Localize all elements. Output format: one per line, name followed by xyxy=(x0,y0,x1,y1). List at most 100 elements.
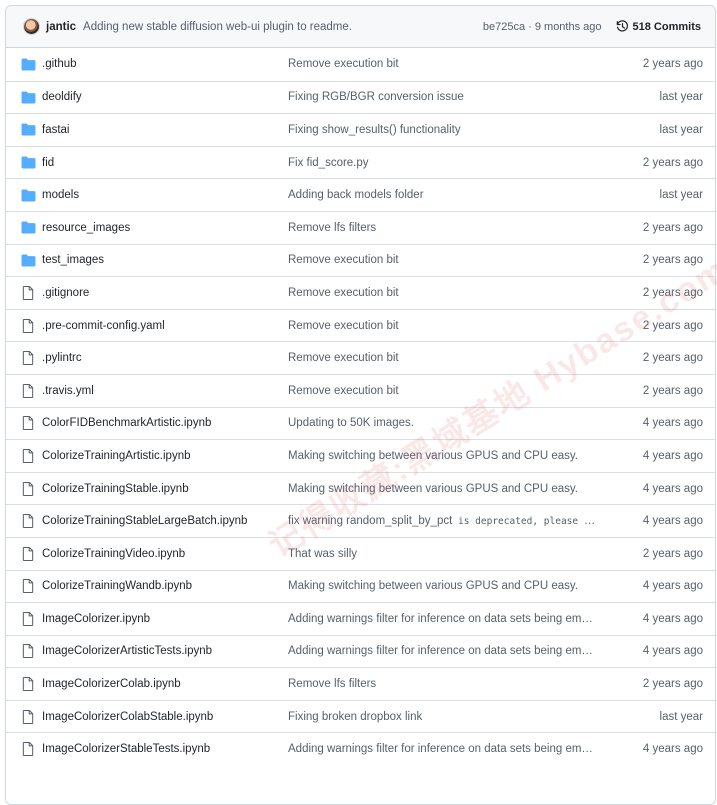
commit-message-link[interactable]: Remove execution bit xyxy=(288,254,598,266)
commit-message-link[interactable]: Remove lfs filters xyxy=(288,222,598,234)
file-name-link[interactable]: ImageColorizerColab.ipynb xyxy=(42,678,307,690)
file-name-link[interactable]: .github xyxy=(42,58,307,70)
commit-message-link[interactable]: Fixing broken dropbox link xyxy=(288,711,598,723)
commit-message-text: Making switching between various GPUS an… xyxy=(288,449,578,462)
file-row[interactable]: .github Remove execution bit 2 years ago xyxy=(6,48,715,81)
file-name-link[interactable]: models xyxy=(42,189,307,201)
file-icon xyxy=(20,677,36,692)
file-icon xyxy=(20,546,36,561)
commits-link[interactable]: 518 Commits xyxy=(616,20,701,33)
folder-icon xyxy=(20,221,36,235)
file-name-link[interactable]: ImageColorizerColabStable.ipynb xyxy=(42,711,307,723)
commit-message-link[interactable]: Remove lfs filters xyxy=(288,678,598,690)
file-row[interactable]: ColorizeTrainingStableLargeBatch.ipynb fi… xyxy=(6,504,715,537)
file-row[interactable]: fid Fix fid_score.py 2 years ago xyxy=(6,145,715,179)
folder-icon xyxy=(20,253,36,267)
commit-message-link[interactable]: Fixing show_results() functionality xyxy=(288,124,598,136)
file-row[interactable]: ImageColorizer.ipynb Adding warnings filt… xyxy=(6,602,715,635)
commit-age: 2 years ago xyxy=(642,319,703,332)
file-name-link[interactable]: .travis.yml xyxy=(42,385,307,397)
file-name-link[interactable]: .pylintrc xyxy=(42,352,307,364)
file-row[interactable]: .pylintrc Remove execution bit 2 years ago xyxy=(6,341,715,374)
file-name-link[interactable]: test_images xyxy=(42,254,307,266)
commit-message-text: Adding back models folder xyxy=(288,189,424,202)
commit-message-link[interactable]: Updating to 50K images. xyxy=(288,417,598,429)
file-name-link[interactable]: ColorFIDBenchmarkArtistic.ipynb xyxy=(42,417,307,429)
commit-message-text: Remove execution bit xyxy=(288,319,399,332)
commit-message-link[interactable]: Remove execution bit xyxy=(288,320,598,332)
file-name-link[interactable]: ImageColorizer.ipynb xyxy=(42,613,307,625)
commit-age: 2 years ago xyxy=(642,58,703,71)
file-icon xyxy=(20,416,36,431)
commit-message-text: Adding warnings filter for inference on … xyxy=(288,645,598,658)
file-icon xyxy=(20,285,36,300)
file-row[interactable]: .pre-commit-config.yaml Remove execution … xyxy=(6,308,715,342)
file-row[interactable]: ImageColorizerArtisticTests.ipynb Adding … xyxy=(6,634,715,668)
file-name-link[interactable]: fastai xyxy=(42,124,307,136)
commit-message-link[interactable]: Making switching between various GPUS an… xyxy=(288,580,598,592)
commit-message-link[interactable]: Adding back models folder xyxy=(288,189,598,201)
commit-message-link[interactable]: Fix fid_score.py xyxy=(288,157,598,169)
file-row[interactable]: ColorizeTrainingVideo.ipynb That was sill… xyxy=(6,536,715,570)
commit-message-text: Remove execution bit xyxy=(288,286,399,299)
commit-meta[interactable]: be725ca · 9 months ago xyxy=(483,21,602,33)
commit-message-link[interactable]: Making switching between various GPUS an… xyxy=(288,450,598,462)
file-icon xyxy=(20,448,36,463)
file-icon xyxy=(20,644,36,659)
file-row[interactable]: test_images Remove execution bit 2 years a… xyxy=(6,243,715,277)
latest-commit-message[interactable]: Adding new stable diffusion web-ui plugi… xyxy=(83,21,352,33)
commit-message-text: Fix fid_score.py xyxy=(288,156,369,169)
file-row[interactable]: ImageColorizerColab.ipynb Remove lfs filt… xyxy=(6,667,715,700)
file-row[interactable]: ImageColorizerStableTests.ipynb Adding wa… xyxy=(6,732,715,765)
commit-age: last year xyxy=(659,123,703,136)
commit-author[interactable]: jantic xyxy=(46,21,76,33)
file-row[interactable]: ImageColorizerColabStable.ipynb Fixing br… xyxy=(6,699,715,733)
file-row[interactable]: resource_images Remove lfs filters 2 years… xyxy=(6,210,715,244)
file-row[interactable]: .gitignore Remove execution bit 2 years ag… xyxy=(6,276,715,309)
commit-message-code: is deprecated, please use… xyxy=(452,516,598,528)
file-name-link[interactable]: resource_images xyxy=(42,222,307,234)
file-name-link[interactable]: ImageColorizerStableTests.ipynb xyxy=(42,743,307,755)
commit-message-link[interactable]: Remove execution bit xyxy=(288,58,598,70)
avatar[interactable] xyxy=(23,18,40,35)
file-icon xyxy=(20,742,36,757)
file-name-link[interactable]: ColorizeTrainingArtistic.ipynb xyxy=(42,450,307,462)
file-row[interactable]: .travis.yml Remove execution bit 2 years a… xyxy=(6,373,715,407)
file-icon xyxy=(20,351,36,366)
file-icon xyxy=(20,514,36,529)
file-name-link[interactable]: ColorizeTrainingStableLargeBatch.ipynb xyxy=(42,515,307,527)
commit-message-link[interactable]: Remove execution bit xyxy=(288,287,598,299)
file-name-link[interactable]: .gitignore xyxy=(42,287,307,299)
file-row[interactable]: ColorFIDBenchmarkArtistic.ipynb Updating … xyxy=(6,406,715,440)
file-name-link[interactable]: deoldify xyxy=(42,91,307,103)
file-row[interactable]: ColorizeTrainingArtistic.ipynb Making swi… xyxy=(6,439,715,472)
file-row[interactable]: models Adding back models folder last year xyxy=(6,178,715,211)
commit-message-link[interactable]: Remove execution bit xyxy=(288,385,598,397)
commit-message-text: fix warning random_split_by_pct xyxy=(288,515,453,528)
commit-message-link[interactable]: Adding warnings filter for inference on … xyxy=(288,645,598,657)
file-row[interactable]: fastai Fixing show_results() functionalit… xyxy=(6,113,715,146)
file-icon xyxy=(20,383,36,398)
commit-age: 2 years ago xyxy=(642,286,703,299)
commit-message-link[interactable]: That was silly xyxy=(288,548,598,560)
commit-message-link[interactable]: Fixing RGB/BGR conversion issue xyxy=(288,91,598,103)
commit-age: 4 years ago xyxy=(642,515,703,528)
file-row[interactable]: ColorizeTrainingStable.ipynb Making switc… xyxy=(6,471,715,505)
commit-message-text: Remove execution bit xyxy=(288,384,399,397)
file-name-link[interactable]: .pre-commit-config.yaml xyxy=(42,320,307,332)
file-name-link[interactable]: ColorizeTrainingStable.ipynb xyxy=(42,483,307,495)
commit-message-link[interactable]: fix warning random_split_by_pct is depre… xyxy=(288,515,598,527)
file-row[interactable]: deoldify Fixing RGB/BGR conversion issue l… xyxy=(6,80,715,114)
file-name-link[interactable]: ColorizeTrainingWandb.ipynb xyxy=(42,580,307,592)
commit-message-text: Updating to 50K images. xyxy=(288,417,414,430)
commit-message-link[interactable]: Adding warnings filter for inference on … xyxy=(288,743,598,755)
commit-message-text: Adding warnings filter for inference on … xyxy=(288,612,598,625)
file-name-link[interactable]: fid xyxy=(42,157,307,169)
file-name-link[interactable]: ColorizeTrainingVideo.ipynb xyxy=(42,548,307,560)
commit-message-link[interactable]: Remove execution bit xyxy=(288,352,598,364)
file-name-link[interactable]: ImageColorizerArtisticTests.ipynb xyxy=(42,645,307,657)
commit-message-link[interactable]: Adding warnings filter for inference on … xyxy=(288,613,598,625)
commit-message-link[interactable]: Making switching between various GPUS an… xyxy=(288,483,598,495)
file-row[interactable]: ColorizeTrainingWandb.ipynb Making switch… xyxy=(6,569,715,603)
commit-message-text: Remove execution bit xyxy=(288,254,399,267)
